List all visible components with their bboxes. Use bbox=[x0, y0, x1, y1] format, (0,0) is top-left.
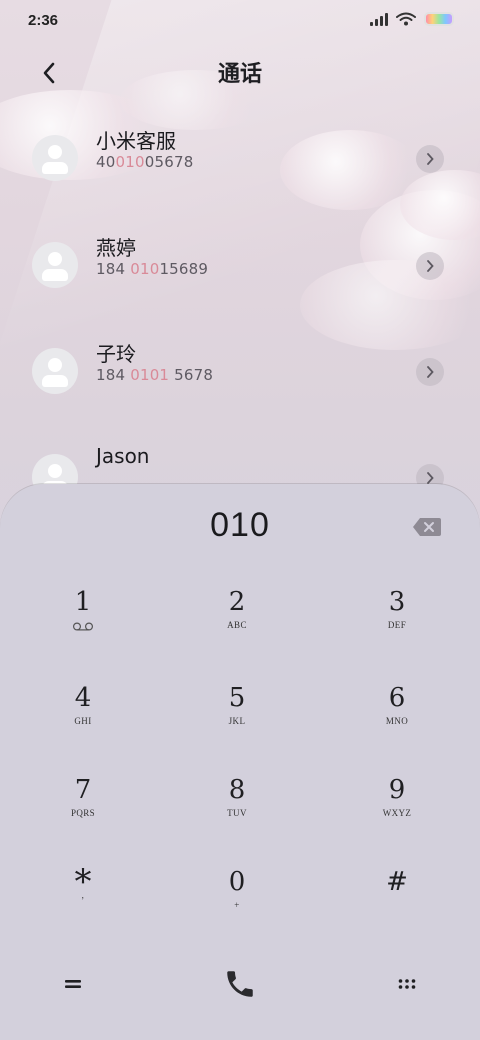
key-digit: 4 bbox=[74, 683, 92, 713]
status-bar: 2:36 bbox=[0, 0, 480, 40]
key-2[interactable]: 2 ABC bbox=[172, 586, 302, 666]
contact-detail-button[interactable] bbox=[416, 358, 444, 386]
contact-detail-button[interactable] bbox=[416, 145, 444, 173]
key-6[interactable]: 6 MNO bbox=[332, 682, 462, 762]
more-options-button[interactable] bbox=[384, 966, 430, 1002]
dots-grid-icon bbox=[398, 979, 416, 989]
contact-number: 4001005678 bbox=[96, 153, 194, 171]
key-digit: 8 bbox=[228, 775, 246, 805]
key-3[interactable]: 3 DEF bbox=[332, 586, 462, 666]
key-0[interactable]: 0 + bbox=[172, 866, 302, 946]
key-star[interactable]: * , bbox=[18, 865, 148, 946]
contact-name: 燕婷 bbox=[96, 236, 136, 260]
contact-item[interactable]: 子玲 184 0101 5678 bbox=[0, 342, 480, 438]
key-hash[interactable]: # bbox=[332, 866, 462, 946]
chevron-right-icon bbox=[427, 366, 434, 378]
avatar-icon bbox=[32, 348, 78, 394]
key-8[interactable]: 8 TUV bbox=[172, 774, 302, 854]
contact-name: 子玲 bbox=[96, 342, 136, 366]
key-digit: 0 bbox=[228, 867, 246, 897]
key-digit: # bbox=[386, 867, 408, 897]
signal-icon bbox=[370, 12, 388, 26]
status-time: 2:36 bbox=[28, 12, 59, 29]
key-letters: TUV bbox=[227, 808, 247, 818]
key-digit: 1 bbox=[74, 587, 92, 617]
avatar-icon bbox=[32, 135, 78, 181]
key-digit: 2 bbox=[228, 587, 246, 617]
key-5[interactable]: 5 JKL bbox=[172, 682, 302, 762]
key-letters: ABC bbox=[227, 620, 247, 630]
chevron-right-icon bbox=[427, 260, 434, 272]
contact-item[interactable]: 小米客服 4001005678 bbox=[0, 129, 480, 225]
collapse-keypad-button[interactable] bbox=[50, 966, 96, 1002]
contact-name: 小米客服 bbox=[96, 129, 176, 153]
contact-item[interactable]: 燕婷 184 01015689 bbox=[0, 236, 480, 332]
key-9[interactable]: 9 WXYZ bbox=[332, 774, 462, 854]
key-digit: 3 bbox=[388, 587, 406, 617]
battery-icon bbox=[424, 12, 454, 26]
key-letters: GHI bbox=[74, 716, 92, 726]
avatar-icon bbox=[32, 242, 78, 288]
page-title: 通话 bbox=[217, 62, 262, 87]
wifi-icon bbox=[396, 12, 416, 26]
voicemail-icon bbox=[72, 622, 94, 631]
key-letters: JKL bbox=[228, 716, 246, 726]
key-digit: 7 bbox=[74, 775, 92, 805]
call-button[interactable] bbox=[214, 964, 266, 1004]
phone-icon bbox=[227, 971, 253, 997]
contact-number: 184 0101 5678 bbox=[96, 366, 214, 384]
backspace-icon[interactable] bbox=[412, 517, 442, 537]
key-letters: PQRS bbox=[70, 808, 96, 818]
status-icons bbox=[370, 12, 454, 26]
key-letters: DEF bbox=[387, 620, 407, 630]
key-letters: , bbox=[81, 890, 85, 900]
contact-name: Jason bbox=[96, 444, 150, 468]
contact-number: 184 01015689 bbox=[96, 260, 209, 278]
dial-pad: 010 1 2 ABC 3 DEF 4 GHI 5 JKL 6 MNO 7 PQ… bbox=[0, 484, 480, 1040]
key-digit: 9 bbox=[388, 775, 406, 805]
key-digit: 6 bbox=[388, 683, 406, 713]
equals-icon bbox=[65, 980, 81, 988]
contact-detail-button[interactable] bbox=[416, 252, 444, 280]
key-letters: WXYZ bbox=[382, 808, 412, 818]
chevron-right-icon bbox=[427, 472, 434, 484]
key-letters: MNO bbox=[385, 716, 409, 726]
key-letters: + bbox=[234, 900, 240, 910]
key-1[interactable]: 1 bbox=[18, 586, 148, 666]
header: 通话 bbox=[0, 44, 480, 100]
dialed-number: 010 bbox=[210, 506, 270, 544]
key-4[interactable]: 4 GHI bbox=[18, 682, 148, 762]
key-7[interactable]: 7 PQRS bbox=[18, 774, 148, 854]
key-digit: 5 bbox=[228, 683, 246, 713]
chevron-right-icon bbox=[427, 153, 434, 165]
